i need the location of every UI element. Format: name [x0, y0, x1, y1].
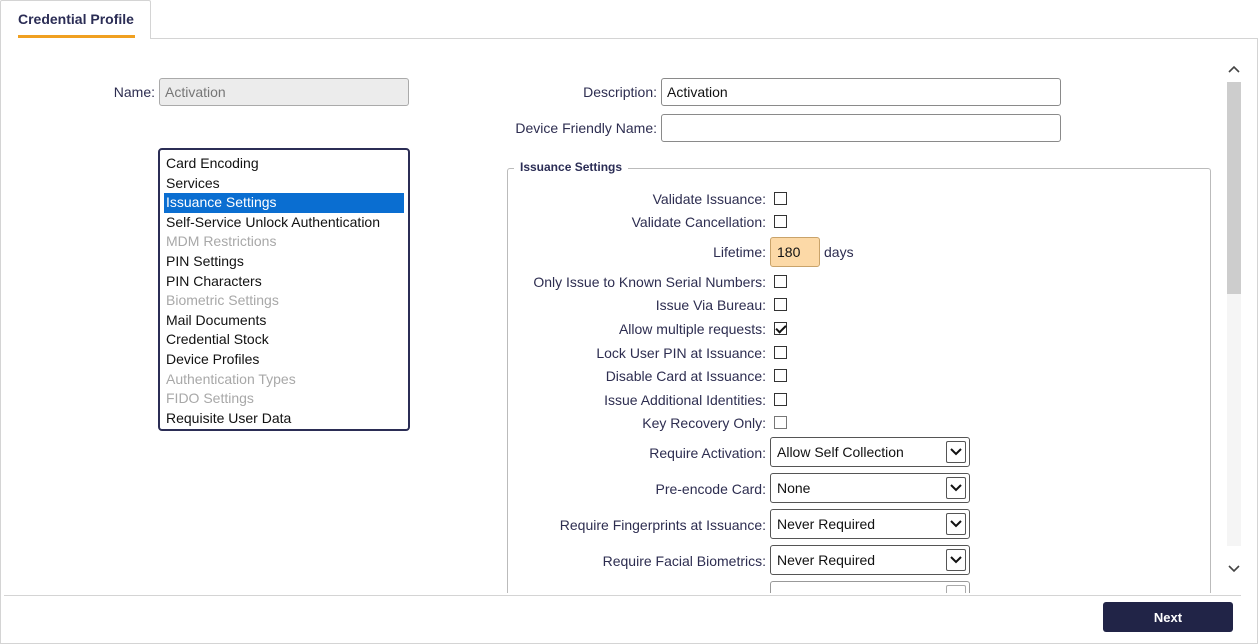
section-listbox[interactable]: Card Encoding Services Issuance Settings… — [158, 148, 410, 431]
list-item-mail-documents[interactable]: Mail Documents — [164, 311, 404, 331]
active-tab-indicator — [18, 35, 135, 38]
validate-cancellation-checkbox[interactable] — [774, 215, 787, 228]
preencode-card-label: Pre-encode Card: — [655, 481, 766, 497]
lock-user-pin-label: Lock User PIN at Issuance: — [596, 345, 766, 361]
chevron-down-icon — [946, 549, 966, 571]
require-fingerprints-label: Require Fingerprints at Issuance: — [559, 517, 766, 533]
chevron-down-icon — [946, 585, 966, 593]
vertical-scrollbar[interactable] — [1224, 50, 1244, 580]
footer-divider — [4, 595, 1241, 596]
list-item-services[interactable]: Services — [164, 174, 404, 194]
issue-additional-identities-checkbox[interactable] — [774, 393, 787, 406]
issue-via-bureau-checkbox[interactable] — [774, 298, 787, 311]
require-fingerprints-select[interactable]: Never Required — [770, 509, 970, 539]
scroll-up-icon[interactable] — [1224, 60, 1244, 78]
name-field: Activation — [159, 78, 409, 106]
scroll-down-icon[interactable] — [1224, 560, 1244, 578]
lifetime-label: Lifetime: — [713, 244, 766, 260]
require-facial-value: Never Required — [777, 552, 876, 568]
description-label: Description: — [583, 84, 657, 100]
list-item-self-service-unlock[interactable]: Self-Service Unlock Authentication — [164, 213, 404, 233]
list-item-pin-characters[interactable]: PIN Characters — [164, 272, 404, 292]
lifetime-unit: days — [824, 244, 854, 260]
validate-issuance-checkbox[interactable] — [774, 192, 787, 205]
list-item-mdm-restrictions: MDM Restrictions — [166, 233, 277, 250]
name-label: Name: — [113, 84, 155, 100]
disable-card-label: Disable Card at Issuance: — [605, 368, 766, 384]
only-known-serials-checkbox[interactable] — [774, 275, 787, 288]
description-field[interactable]: Activation — [661, 78, 1061, 106]
device-friendly-name-field[interactable] — [661, 114, 1061, 142]
list-item-card-encoding[interactable]: Card Encoding — [164, 154, 404, 174]
form-area: Name: Activation Description: Activation… — [0, 0, 1258, 593]
require-facial-label: Require Facial Biometrics: — [602, 553, 766, 569]
list-item-device-profiles[interactable]: Device Profiles — [164, 350, 404, 370]
chevron-down-icon — [946, 477, 966, 499]
list-item-issuance-settings[interactable]: Issuance Settings — [164, 193, 404, 213]
preencode-card-value: None — [777, 480, 811, 496]
disable-card-checkbox[interactable] — [774, 369, 787, 382]
only-known-serials-label: Only Issue to Known Serial Numbers: — [533, 274, 766, 290]
issue-via-bureau-label: Issue Via Bureau: — [655, 297, 766, 313]
require-activation-select[interactable]: Allow Self Collection — [770, 437, 970, 467]
list-item-credential-stock[interactable]: Credential Stock — [164, 330, 404, 350]
require-activation-value: Allow Self Collection — [777, 444, 904, 460]
key-recovery-only-label: Key Recovery Only: — [642, 415, 766, 431]
scroll-thumb[interactable] — [1227, 82, 1241, 294]
issuance-settings-legend: Issuance Settings — [514, 160, 629, 174]
scroll-track[interactable] — [1227, 82, 1241, 546]
list-item-authentication-types: Authentication Types — [166, 370, 296, 387]
key-recovery-only-checkbox[interactable] — [774, 416, 787, 429]
list-item-biometric-settings: Biometric Settings — [166, 292, 279, 309]
validate-cancellation-label: Validate Cancellation: — [631, 214, 766, 230]
tab-credential-profile[interactable]: Credential Profile — [0, 0, 151, 39]
require-facial-select[interactable]: Never Required — [770, 545, 970, 575]
tab-label: Credential Profile — [18, 11, 134, 27]
partially-hidden-select[interactable] — [770, 581, 970, 593]
lifetime-input[interactable]: 180 — [770, 237, 820, 267]
list-item-requisite-user-data[interactable]: Requisite User Data — [164, 409, 404, 429]
chevron-down-icon — [946, 513, 966, 535]
issue-additional-identities-label: Issue Additional Identities: — [604, 392, 766, 408]
next-button[interactable]: Next — [1103, 602, 1233, 632]
list-item-fido-settings: FIDO Settings — [166, 390, 254, 407]
lock-user-pin-checkbox[interactable] — [774, 346, 787, 359]
chevron-down-icon — [946, 441, 966, 463]
device-friendly-name-label: Device Friendly Name: — [515, 120, 657, 136]
list-item-pin-settings[interactable]: PIN Settings — [164, 252, 404, 272]
preencode-card-select[interactable]: None — [770, 473, 970, 503]
require-fingerprints-value: Never Required — [777, 516, 876, 532]
require-activation-label: Require Activation: — [649, 445, 766, 461]
validate-issuance-label: Validate Issuance: — [652, 191, 766, 207]
allow-multiple-requests-checkbox[interactable] — [774, 322, 787, 335]
allow-multiple-requests-label: Allow multiple requests: — [618, 321, 766, 337]
